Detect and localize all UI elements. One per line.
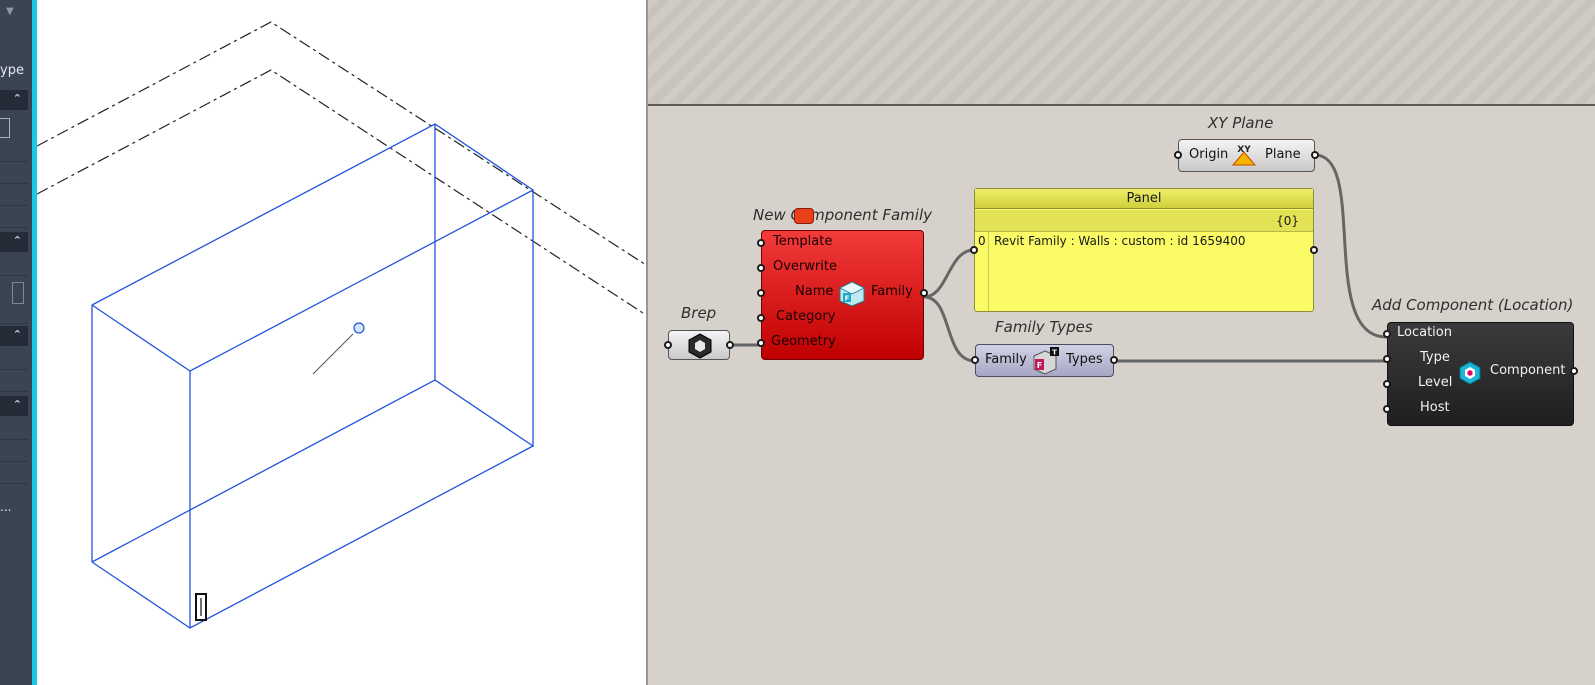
property-row bbox=[0, 206, 28, 228]
new-component-family-title: New Component Family bbox=[753, 206, 932, 224]
svg-text:F: F bbox=[845, 295, 850, 303]
reference-plane bbox=[37, 21, 646, 266]
plane-output-label: Plane bbox=[1265, 147, 1301, 162]
template-input-label: Template bbox=[773, 234, 833, 249]
family-types-node[interactable]: Family F T Types bbox=[971, 344, 1118, 377]
overwrite-input-label: Overwrite bbox=[773, 259, 837, 274]
brep-input-grip[interactable] bbox=[664, 341, 672, 349]
section-header[interactable]: ⌃ bbox=[0, 326, 28, 346]
property-row bbox=[0, 348, 28, 370]
section-header[interactable]: ⌃ bbox=[0, 90, 28, 110]
property-row bbox=[0, 254, 28, 276]
type-input-grip[interactable] bbox=[1383, 355, 1391, 363]
brep-node[interactable] bbox=[664, 330, 734, 360]
xy-plane-icon: XY bbox=[1231, 145, 1257, 166]
host-input-grip[interactable] bbox=[1383, 405, 1391, 413]
family-output-label: Family bbox=[871, 284, 913, 299]
xy-plane-title: XY Plane bbox=[1208, 114, 1274, 132]
name-input-grip[interactable] bbox=[757, 289, 765, 297]
add-component-title: Add Component (Location) bbox=[1372, 296, 1574, 314]
family-input-grip[interactable] bbox=[971, 356, 979, 364]
family-icon: F bbox=[839, 281, 865, 307]
panel-node[interactable]: Panel {0} 0 Revit Family : Walls : custo… bbox=[970, 188, 1318, 312]
wire-family-panel bbox=[923, 248, 975, 299]
family-types-icon: F T bbox=[1033, 347, 1059, 375]
overwrite-input-grip[interactable] bbox=[757, 264, 765, 272]
property-row bbox=[0, 184, 28, 206]
origin-marker bbox=[353, 322, 365, 334]
wire-family-familytypes bbox=[923, 295, 976, 363]
svg-text:XY: XY bbox=[1237, 145, 1251, 155]
xy-plane-node[interactable]: Origin XY Plane bbox=[1174, 139, 1319, 172]
type-input-label: Type bbox=[1420, 350, 1450, 365]
level-input-grip[interactable] bbox=[1383, 380, 1391, 388]
type-label: ype bbox=[0, 63, 24, 78]
origin-leader bbox=[312, 333, 354, 375]
collapse-icon[interactable]: ⌃ bbox=[13, 398, 22, 411]
property-row bbox=[0, 370, 28, 392]
dropdown-arrow-icon[interactable]: ▼ bbox=[6, 6, 14, 17]
reference-plane bbox=[37, 69, 646, 316]
category-input-label: Category bbox=[776, 309, 836, 324]
level-input-label: Level bbox=[1418, 375, 1453, 390]
screen: ▼ ype ⌃ ⌃ ⌃ ⌃ ... XY Plane Origin XY Pla… bbox=[0, 0, 1595, 685]
origin-input-grip[interactable] bbox=[1174, 151, 1182, 159]
geometry-input-grip[interactable] bbox=[757, 339, 765, 347]
brep-output-grip[interactable] bbox=[726, 341, 734, 349]
family-types-title: Family Types bbox=[995, 318, 1093, 336]
component-output-grip[interactable] bbox=[1570, 367, 1578, 375]
origin-input-label: Origin bbox=[1189, 147, 1229, 162]
component-icon bbox=[1459, 361, 1481, 385]
property-row bbox=[0, 140, 28, 162]
component-output-label: Component bbox=[1490, 363, 1566, 378]
collapse-icon[interactable]: ⌃ bbox=[13, 92, 22, 105]
panel-item-text[interactable]: Revit Family : Walls : custom : id 16594… bbox=[994, 234, 1246, 248]
host-input-label: Host bbox=[1420, 400, 1450, 415]
error-balloon-icon[interactable] bbox=[794, 208, 814, 224]
properties-panel: ▼ ype ⌃ ⌃ ⌃ ⌃ ... bbox=[0, 0, 32, 685]
geometry-input-label: Geometry bbox=[771, 334, 836, 349]
panel-input-grip[interactable] bbox=[970, 246, 978, 254]
types-output-label: Types bbox=[1066, 352, 1103, 367]
property-field[interactable] bbox=[0, 118, 10, 138]
panel-item-index: 0 bbox=[978, 234, 986, 248]
property-row bbox=[0, 418, 28, 440]
family-input-label: Family bbox=[985, 352, 1027, 367]
svg-text:F: F bbox=[1037, 361, 1042, 370]
template-input-grip[interactable] bbox=[757, 239, 765, 247]
model-geometry bbox=[37, 21, 646, 629]
types-output-grip[interactable] bbox=[1110, 356, 1118, 364]
category-input-grip[interactable] bbox=[757, 314, 765, 322]
collapse-icon[interactable]: ⌃ bbox=[13, 328, 22, 341]
section-header[interactable]: ⌃ bbox=[0, 396, 28, 416]
location-input-label: Location bbox=[1397, 325, 1452, 340]
box-edges bbox=[91, 123, 535, 629]
property-row bbox=[0, 462, 28, 484]
grasshopper-canvas[interactable]: XY Plane Origin XY Plane New Component F… bbox=[646, 0, 1595, 685]
brep-title: Brep bbox=[681, 304, 717, 322]
add-component-node[interactable]: Location Type Level Host Component bbox=[1383, 322, 1578, 426]
revit-3d-view[interactable] bbox=[37, 0, 646, 685]
family-output-grip[interactable] bbox=[920, 289, 928, 297]
property-row bbox=[0, 304, 28, 324]
svg-text:T: T bbox=[1052, 349, 1057, 357]
location-input-grip[interactable] bbox=[1383, 330, 1391, 338]
property-row bbox=[0, 440, 28, 462]
panel-title: Panel bbox=[975, 189, 1313, 209]
property-field[interactable] bbox=[12, 282, 24, 304]
brep-icon bbox=[688, 333, 712, 359]
panel-output-grip[interactable] bbox=[1310, 246, 1318, 254]
plane-output-grip[interactable] bbox=[1311, 151, 1319, 159]
more-label[interactable]: ... bbox=[0, 500, 11, 514]
panel-branch-path: {0} bbox=[975, 210, 1313, 232]
collapse-icon[interactable]: ⌃ bbox=[13, 234, 22, 247]
section-header[interactable]: ⌃ bbox=[0, 232, 28, 252]
name-input-label: Name bbox=[795, 284, 834, 299]
property-row bbox=[0, 162, 28, 184]
new-component-family-node[interactable]: Template Overwrite Name Category Geometr… bbox=[757, 230, 928, 360]
